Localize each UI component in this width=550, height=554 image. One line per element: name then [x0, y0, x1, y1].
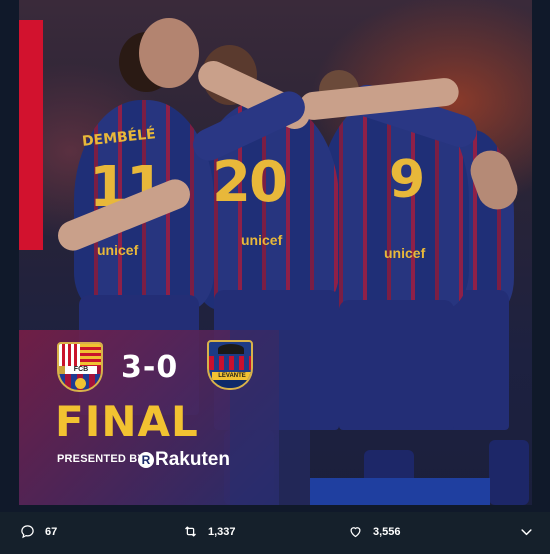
like-icon	[350, 527, 361, 538]
jersey-sponsor: unicef	[241, 232, 283, 248]
rakuten-r-icon: R	[138, 452, 154, 468]
final-label: FINAL	[55, 397, 199, 446]
accent-blue-strip	[310, 478, 490, 505]
reply-count: 67	[45, 525, 58, 538]
retweet-count: 1,337	[208, 525, 236, 538]
rakuten-wordmark: Rakuten	[155, 449, 230, 470]
player-shorts	[339, 300, 454, 430]
jersey-number: 20	[212, 150, 288, 215]
jersey-sponsor: unicef	[97, 242, 139, 258]
jersey-number: 9	[389, 150, 425, 210]
chevron-down-icon	[521, 529, 532, 536]
match-score: 3-0	[121, 350, 179, 385]
reply-button[interactable]: 67	[20, 524, 57, 539]
retweet-button[interactable]: 1,337	[183, 524, 236, 539]
crest-fcb-text: FCB	[65, 366, 97, 374]
like-button[interactable]: 3,556	[348, 524, 401, 539]
levante-crest: LEVANTE U.D.	[207, 340, 253, 390]
like-count: 3,556	[373, 525, 401, 538]
presented-by-label: PRESENTED BY	[57, 453, 145, 465]
tweet-action-bar: 67 1,337 3,556	[0, 512, 550, 554]
accent-red-bar	[19, 20, 43, 250]
jersey-sponsor: unicef	[384, 245, 426, 261]
crest-levante-text: LEVANTE U.D.	[212, 372, 251, 387]
player-sock	[489, 440, 529, 505]
rakuten-logo: R Rakuten	[138, 449, 230, 471]
fc-barcelona-crest: FCB	[57, 342, 103, 392]
player-head	[139, 18, 199, 88]
more-options-button[interactable]	[519, 525, 544, 540]
retweet-icon	[185, 526, 196, 537]
reply-icon	[21, 525, 34, 539]
